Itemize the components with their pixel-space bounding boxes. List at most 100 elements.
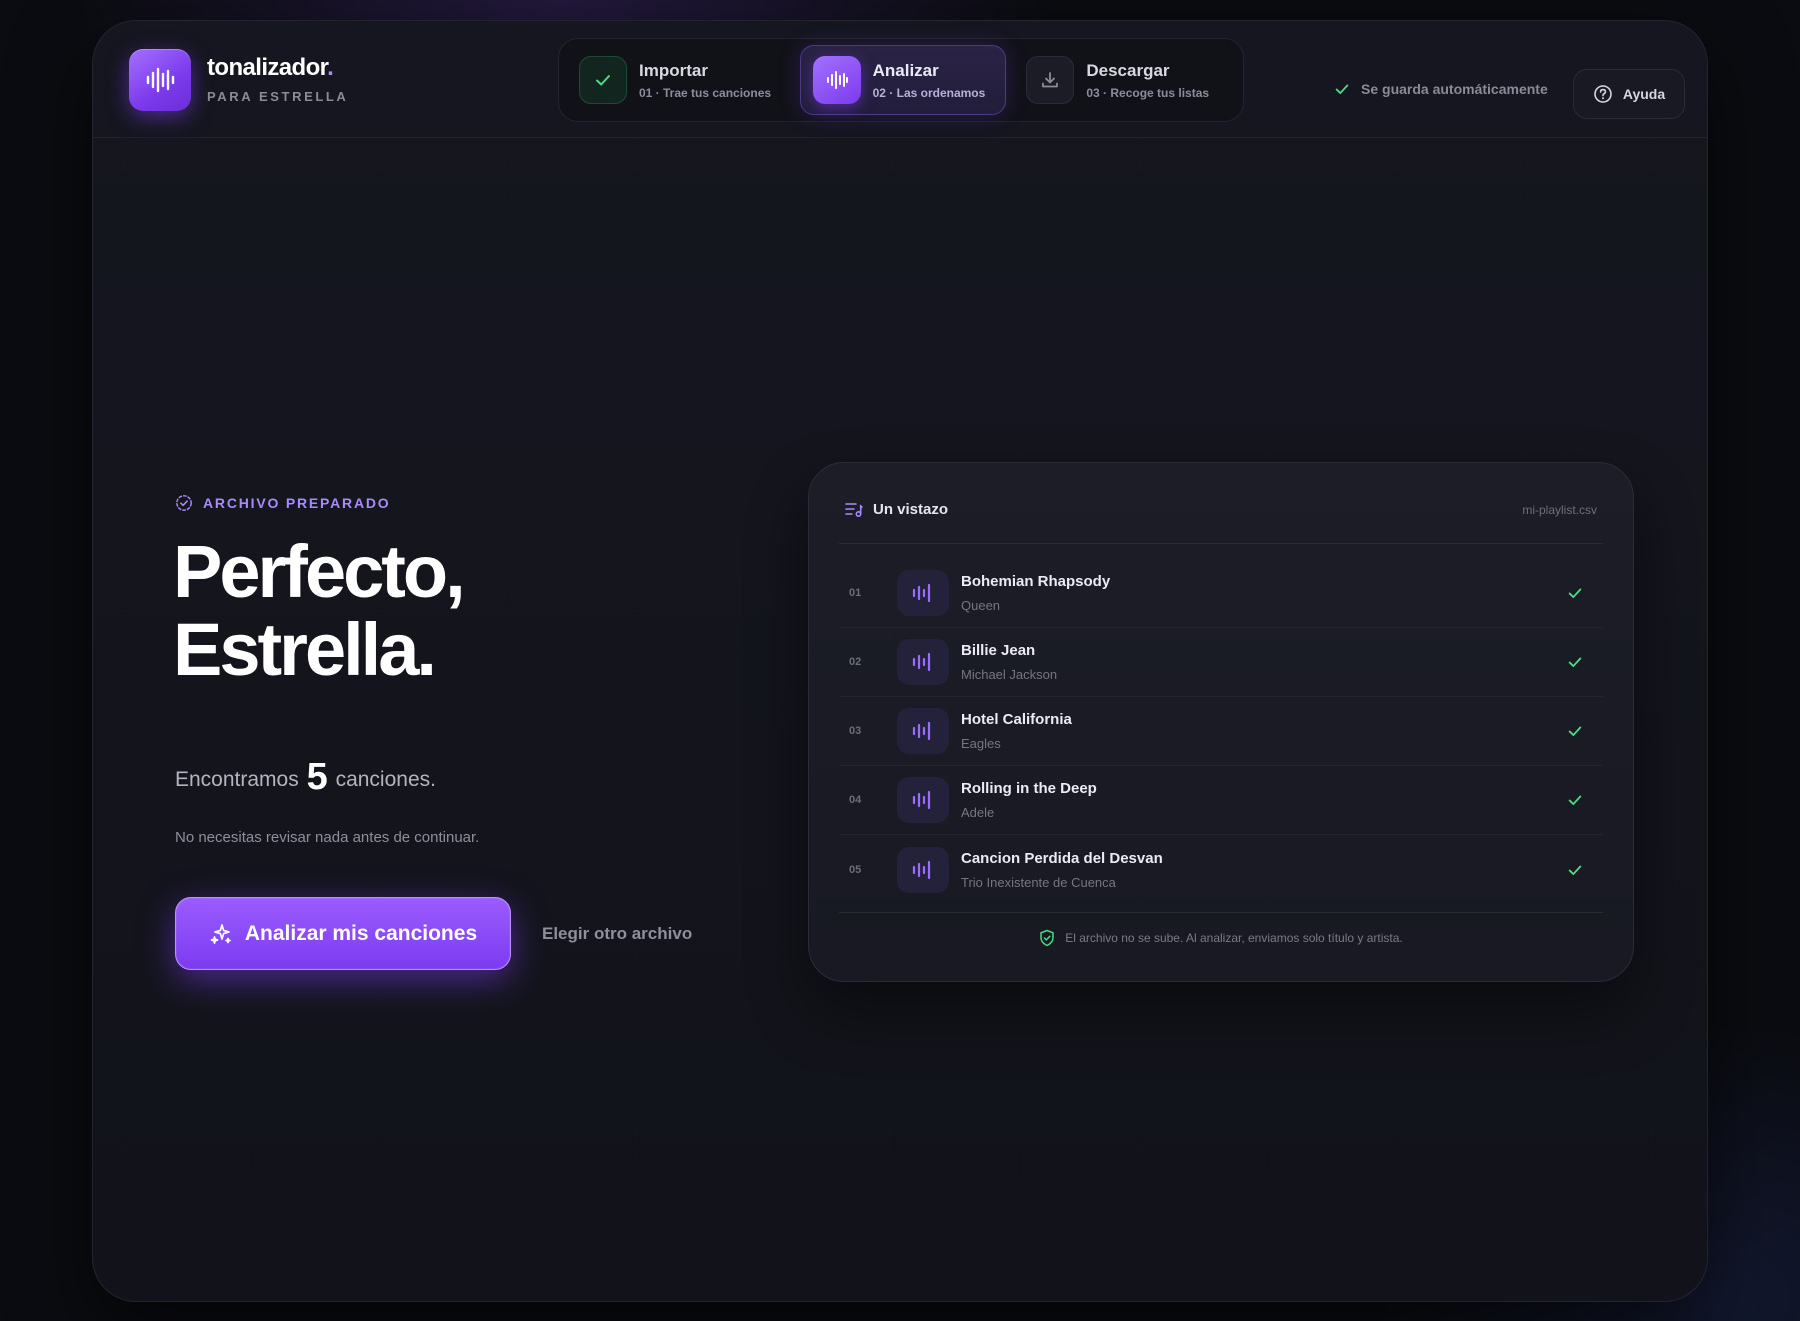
song-title: Hotel California: [961, 711, 1072, 728]
headline-line-1: Perfecto,: [173, 530, 466, 613]
helper-note: No necesitas revisar nada antes de conti…: [175, 829, 480, 846]
preview-title: Un vistazo: [845, 501, 948, 518]
song-ready-status: [1547, 584, 1603, 602]
autosave-status: Se guarda automáticamente: [1333, 80, 1548, 98]
help-label: Ayuda: [1622, 86, 1666, 102]
waveform-icon: [146, 67, 175, 93]
song-thumbnail: [897, 777, 949, 823]
brand-subtitle: PARA ESTRELLA: [207, 89, 349, 104]
song-row: 05 Cancion Perdida del Desvan Trio Inexist…: [839, 835, 1603, 904]
app-window: tonalizador. PARA ESTRELLA Importar 01 ·…: [92, 20, 1708, 1302]
song-row: 01 Bohemian Rhapsody Queen: [839, 559, 1603, 628]
top-bar: tonalizador. PARA ESTRELLA Importar 01 ·…: [93, 21, 1707, 138]
step-subtitle: 01 · Trae tus canciones: [639, 85, 772, 100]
found-suffix: canciones.: [335, 768, 436, 791]
song-number: 02: [849, 656, 862, 668]
preview-header: Un vistazo mi-playlist.csv: [845, 501, 1597, 518]
step-done-badge: [579, 56, 627, 104]
analyze-button[interactable]: Analizar mis canciones: [175, 897, 511, 970]
app-logo[interactable]: [129, 49, 191, 111]
song-list: 01 Bohemian Rhapsody Queen 02 Billie Jean Mic…: [839, 559, 1603, 904]
analyze-button-label: Analizar mis canciones: [244, 921, 478, 945]
eyebrow-label: ARCHIVO PREPARADO: [203, 495, 391, 511]
song-row: 02 Billie Jean Michael Jackson: [839, 628, 1603, 697]
sparkles-icon: [210, 923, 231, 944]
song-title: Billie Jean: [961, 642, 1036, 659]
waveform-icon: [826, 71, 848, 89]
found-prefix: Encontramos: [175, 768, 299, 791]
song-thumbnail: [897, 846, 949, 893]
help-icon: [1594, 85, 1612, 103]
waveform-icon: [912, 583, 931, 603]
song-info: Rolling in the Deep Adele: [961, 780, 1547, 820]
song-title: Rolling in the Deep: [961, 780, 1097, 797]
song-info: Cancion Perdida del Desvan Trio Inexisten…: [961, 850, 1547, 890]
song-row: 03 Hotel California Eagles: [839, 697, 1603, 766]
check-icon: [1568, 657, 1582, 667]
autosave-label: Se guarda automáticamente: [1361, 81, 1548, 97]
song-info: Bohemian Rhapsody Queen: [961, 573, 1547, 613]
headline-line-2: Estrella.: [173, 608, 437, 691]
song-number: 05: [849, 863, 862, 876]
song-row: 04 Rolling in the Deep Adele: [839, 766, 1603, 835]
step-subtitle: 02 · Las ordenamos: [872, 85, 986, 100]
waveform-icon: [912, 790, 931, 810]
step-title: Importar: [639, 60, 708, 80]
songs-found-summary: Encontramos 5 canciones.: [175, 756, 436, 799]
privacy-note-label: El archivo no se sube. Al analizar, envi…: [1065, 931, 1403, 945]
song-artist: Eagles: [961, 736, 1001, 751]
help-button[interactable]: Ayuda: [1573, 69, 1685, 119]
song-title: Bohemian Rhapsody: [961, 573, 1111, 590]
divider: [839, 543, 1603, 544]
brand-name: tonalizador.: [207, 54, 334, 81]
song-number: 03: [849, 725, 862, 737]
song-artist: Adele: [961, 805, 995, 820]
song-info: Hotel California Eagles: [961, 711, 1547, 751]
choose-other-file-link[interactable]: Elegir otro archivo: [542, 924, 692, 944]
preview-filename: mi-playlist.csv: [1522, 502, 1597, 517]
step-descargar[interactable]: Descargar 03 · Recoge tus listas: [1014, 45, 1235, 115]
badge-check-icon: [176, 495, 192, 511]
song-title: Cancion Perdida del Desvan: [961, 849, 1163, 867]
check-icon: [1568, 795, 1582, 805]
song-thumbnail: [897, 570, 949, 616]
song-number: 01: [849, 587, 862, 599]
waveform-icon: [912, 721, 931, 741]
waveform-icon: [912, 652, 931, 672]
page-title: Perfecto, Estrella.: [173, 530, 466, 691]
playlist-icon: [845, 502, 863, 517]
song-artist: Queen: [961, 598, 1001, 613]
playlist-preview-card: Un vistazo mi-playlist.csv 01 Bohemian Rh…: [808, 462, 1634, 982]
step-title: Analizar: [872, 60, 939, 80]
waveform-icon: [912, 860, 931, 879]
step-analizar[interactable]: Analizar 02 · Las ordenamos: [799, 45, 1007, 115]
song-thumbnail: [897, 639, 949, 685]
step-importar[interactable]: Importar 01 · Trae tus canciones: [567, 45, 792, 115]
song-thumbnail: [897, 708, 949, 754]
song-ready-status: [1547, 791, 1603, 809]
privacy-note: El archivo no se sube. Al analizar, envi…: [809, 929, 1633, 947]
song-ready-status: [1547, 722, 1603, 740]
song-number: 04: [849, 794, 862, 806]
check-icon: [1568, 865, 1582, 875]
check-icon: [1335, 84, 1349, 94]
check-icon: [1568, 726, 1582, 736]
step-active-badge: [812, 56, 861, 104]
check-icon: [1568, 588, 1582, 598]
step-title: Descargar: [1086, 60, 1170, 80]
step-pending-badge: [1026, 56, 1075, 104]
song-count: 5: [306, 756, 328, 798]
song-info: Billie Jean Michael Jackson: [961, 642, 1547, 682]
brand: tonalizador. PARA ESTRELLA: [207, 54, 348, 104]
step-subtitle: 03 · Recoge tus listas: [1086, 85, 1210, 100]
song-artist: Trio Inexistente de Cuenca: [961, 874, 1116, 890]
song-ready-status: [1547, 653, 1603, 671]
file-ready-eyebrow: ARCHIVO PREPARADO: [175, 494, 390, 512]
check-icon: [596, 75, 610, 86]
progress-stepper: Importar 01 · Trae tus canciones Analiza…: [558, 38, 1244, 122]
preview-title-label: Un vistazo: [873, 501, 949, 518]
divider: [839, 912, 1603, 913]
song-ready-status: [1547, 861, 1603, 879]
download-icon: [1042, 72, 1059, 88]
shield-check-icon: [1040, 929, 1054, 947]
